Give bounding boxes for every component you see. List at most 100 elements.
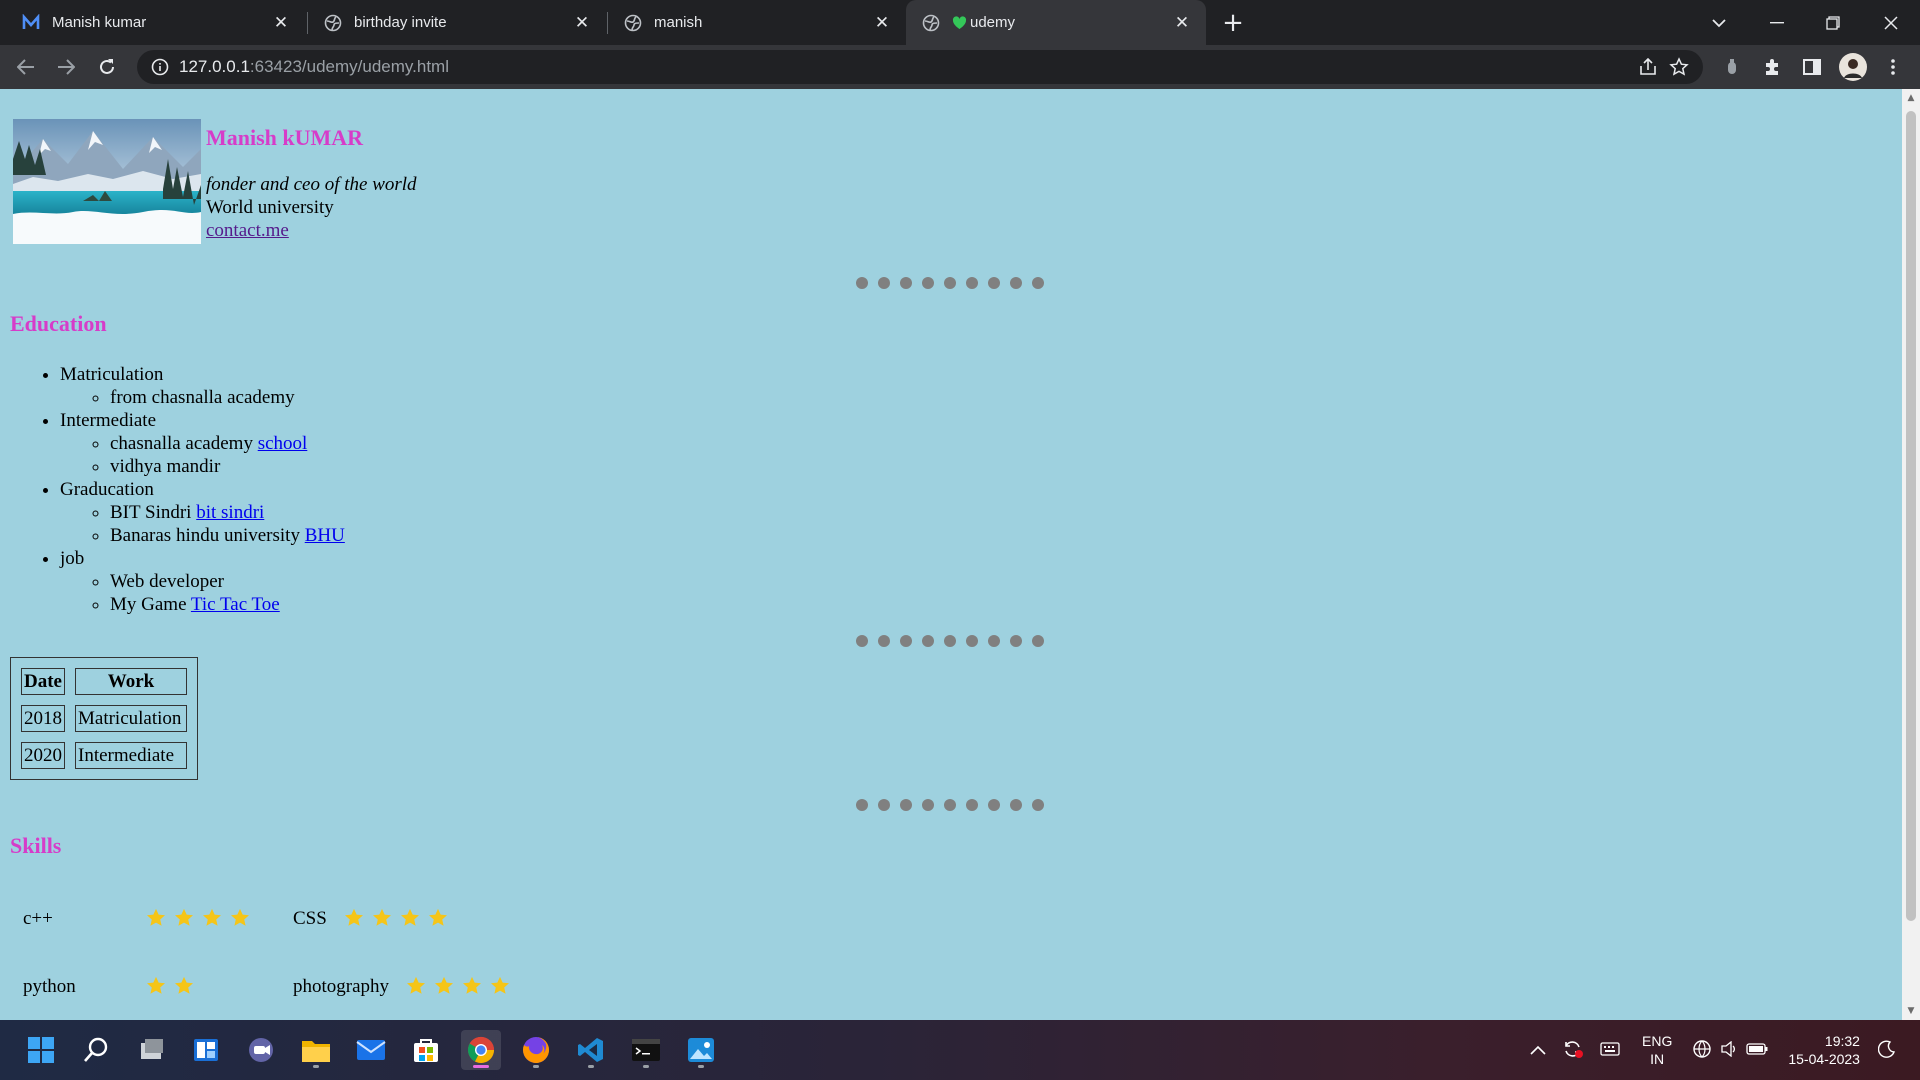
reload-button[interactable]	[91, 51, 123, 83]
cell-work: Intermediate	[75, 742, 187, 769]
forward-button[interactable]	[50, 51, 82, 83]
vscode-icon[interactable]	[571, 1030, 611, 1070]
contact-link[interactable]: contact.me	[206, 220, 289, 241]
divider-dot	[878, 799, 890, 811]
scroll-down-arrow-icon[interactable]: ▼	[1906, 1006, 1916, 1016]
divider-dot	[988, 635, 1000, 647]
skill-name: photography	[293, 975, 390, 997]
list-item: job Web developer My Game Tic Tac Toe	[60, 547, 345, 616]
close-icon[interactable]: ✕	[872, 13, 892, 33]
sub-item-text: Web developer	[110, 571, 224, 592]
task-view-icon[interactable]	[131, 1030, 171, 1070]
profile-avatar[interactable]	[1836, 50, 1870, 84]
close-icon[interactable]: ✕	[1172, 13, 1192, 33]
green-heart-icon	[952, 15, 967, 30]
battery-icon[interactable]	[1746, 1042, 1768, 1058]
profile-name: Manish kUMAR	[206, 125, 364, 150]
tic-tac-toe-link[interactable]: Tic Tac Toe	[191, 594, 280, 615]
bhu-link[interactable]: BHU	[305, 525, 345, 546]
tab-search-chevron-icon[interactable]	[1704, 8, 1734, 38]
running-indicator	[643, 1065, 649, 1068]
terminal-icon[interactable]	[626, 1030, 666, 1070]
divider-dot	[856, 635, 868, 647]
back-button[interactable]	[10, 51, 42, 83]
minimize-button[interactable]	[1762, 8, 1792, 38]
close-icon[interactable]: ✕	[572, 13, 592, 33]
skill-stars	[405, 975, 540, 997]
restore-button[interactable]	[1818, 8, 1848, 38]
chrome-icon[interactable]	[461, 1030, 501, 1070]
sub-item-text: vidhya mandir	[110, 456, 221, 477]
globe-icon	[922, 14, 940, 32]
scroll-up-arrow-icon[interactable]: ▲	[1906, 93, 1916, 103]
photos-icon[interactable]	[681, 1030, 721, 1070]
file-explorer-icon[interactable]	[296, 1030, 336, 1070]
extension-icon[interactable]	[1715, 50, 1749, 84]
widgets-icon[interactable]	[186, 1030, 226, 1070]
divider-dot	[922, 277, 934, 289]
bookmark-star-icon[interactable]	[1669, 57, 1689, 82]
url-path: :63423/udemy/udemy.html	[249, 57, 449, 76]
sub-list-item: Banaras hindu university BHU	[110, 524, 345, 547]
sub-item-text: BIT Sindri	[110, 502, 197, 523]
profile-image	[13, 119, 201, 244]
mail-icon[interactable]	[351, 1030, 391, 1070]
search-icon[interactable]	[76, 1030, 116, 1070]
tab-manish[interactable]: manish ✕	[608, 0, 906, 45]
info-icon[interactable]	[151, 58, 169, 81]
firefox-icon[interactable]	[516, 1030, 556, 1070]
share-icon[interactable]	[1639, 57, 1657, 81]
side-panel-icon[interactable]	[1795, 50, 1829, 84]
school-link[interactable]: school	[258, 433, 308, 454]
start-windows-icon[interactable]	[21, 1030, 61, 1070]
clock[interactable]: 19:32 15-04-2023	[1788, 1032, 1860, 1068]
keyboard-icon[interactable]	[1600, 1041, 1620, 1059]
divider-dot	[988, 277, 1000, 289]
network-globe-icon[interactable]	[1692, 1039, 1712, 1062]
menu-kebab-icon[interactable]	[1876, 50, 1910, 84]
url-host: 127.0.0.1	[179, 57, 250, 76]
divider-dot	[944, 277, 956, 289]
window-close-button[interactable]	[1876, 8, 1906, 38]
chevron-up-icon[interactable]	[1530, 1042, 1546, 1058]
divider-dot	[900, 799, 912, 811]
star-icon	[344, 908, 363, 926]
divider-dot	[1032, 799, 1044, 811]
puzzle-extensions-icon[interactable]	[1755, 50, 1789, 84]
m-logo-icon	[22, 13, 40, 32]
divider-dot	[856, 799, 868, 811]
clock-date: 15-04-2023	[1788, 1051, 1860, 1067]
skills-heading: Skills	[10, 833, 62, 858]
divider-dot	[900, 277, 912, 289]
store-icon[interactable]	[406, 1030, 446, 1070]
tab-birthday-invite[interactable]: birthday invite ✕	[308, 0, 606, 45]
skill-stars	[145, 907, 280, 929]
skill-name: python	[23, 975, 76, 997]
tab-manish-kumar[interactable]: Manish kumar ✕	[0, 0, 305, 45]
globe-icon	[324, 14, 342, 32]
divider-dot	[944, 635, 956, 647]
running-indicator	[313, 1065, 319, 1068]
address-bar[interactable]: 127.0.0.1:63423/udemy/udemy.html	[137, 50, 1703, 84]
cell-date: 2018	[21, 705, 65, 732]
system-tray: ENG IN 19:32 15-04-2023	[1530, 1020, 1896, 1080]
scrollbar-thumb[interactable]	[1906, 111, 1916, 921]
star-icon	[491, 976, 510, 994]
language-indicator[interactable]: ENG IN	[1642, 1032, 1672, 1068]
bit-sindri-link[interactable]: bit sindri	[196, 502, 264, 523]
sync-icon[interactable]	[1562, 1039, 1584, 1062]
notification-moon-icon[interactable]	[1877, 1040, 1896, 1061]
new-tab-button[interactable]: +	[1218, 8, 1248, 38]
divider-dot	[1010, 635, 1022, 647]
running-indicator	[473, 1065, 489, 1068]
windows-taskbar: ENG IN 19:32 15-04-2023	[0, 1020, 1920, 1080]
star-icon	[231, 908, 249, 926]
teams-chat-icon[interactable]	[241, 1030, 281, 1070]
vertical-scrollbar[interactable]: ▲ ▼	[1902, 89, 1920, 1020]
browser-tab-strip: Manish kumar ✕ birthday invite ✕ manish …	[0, 0, 1920, 45]
language-code: ENG	[1642, 1033, 1673, 1049]
volume-icon[interactable]	[1720, 1040, 1738, 1060]
close-icon[interactable]: ✕	[271, 13, 291, 33]
tab-udemy[interactable]: udemy ✕	[906, 0, 1206, 45]
star-icon	[372, 908, 391, 926]
